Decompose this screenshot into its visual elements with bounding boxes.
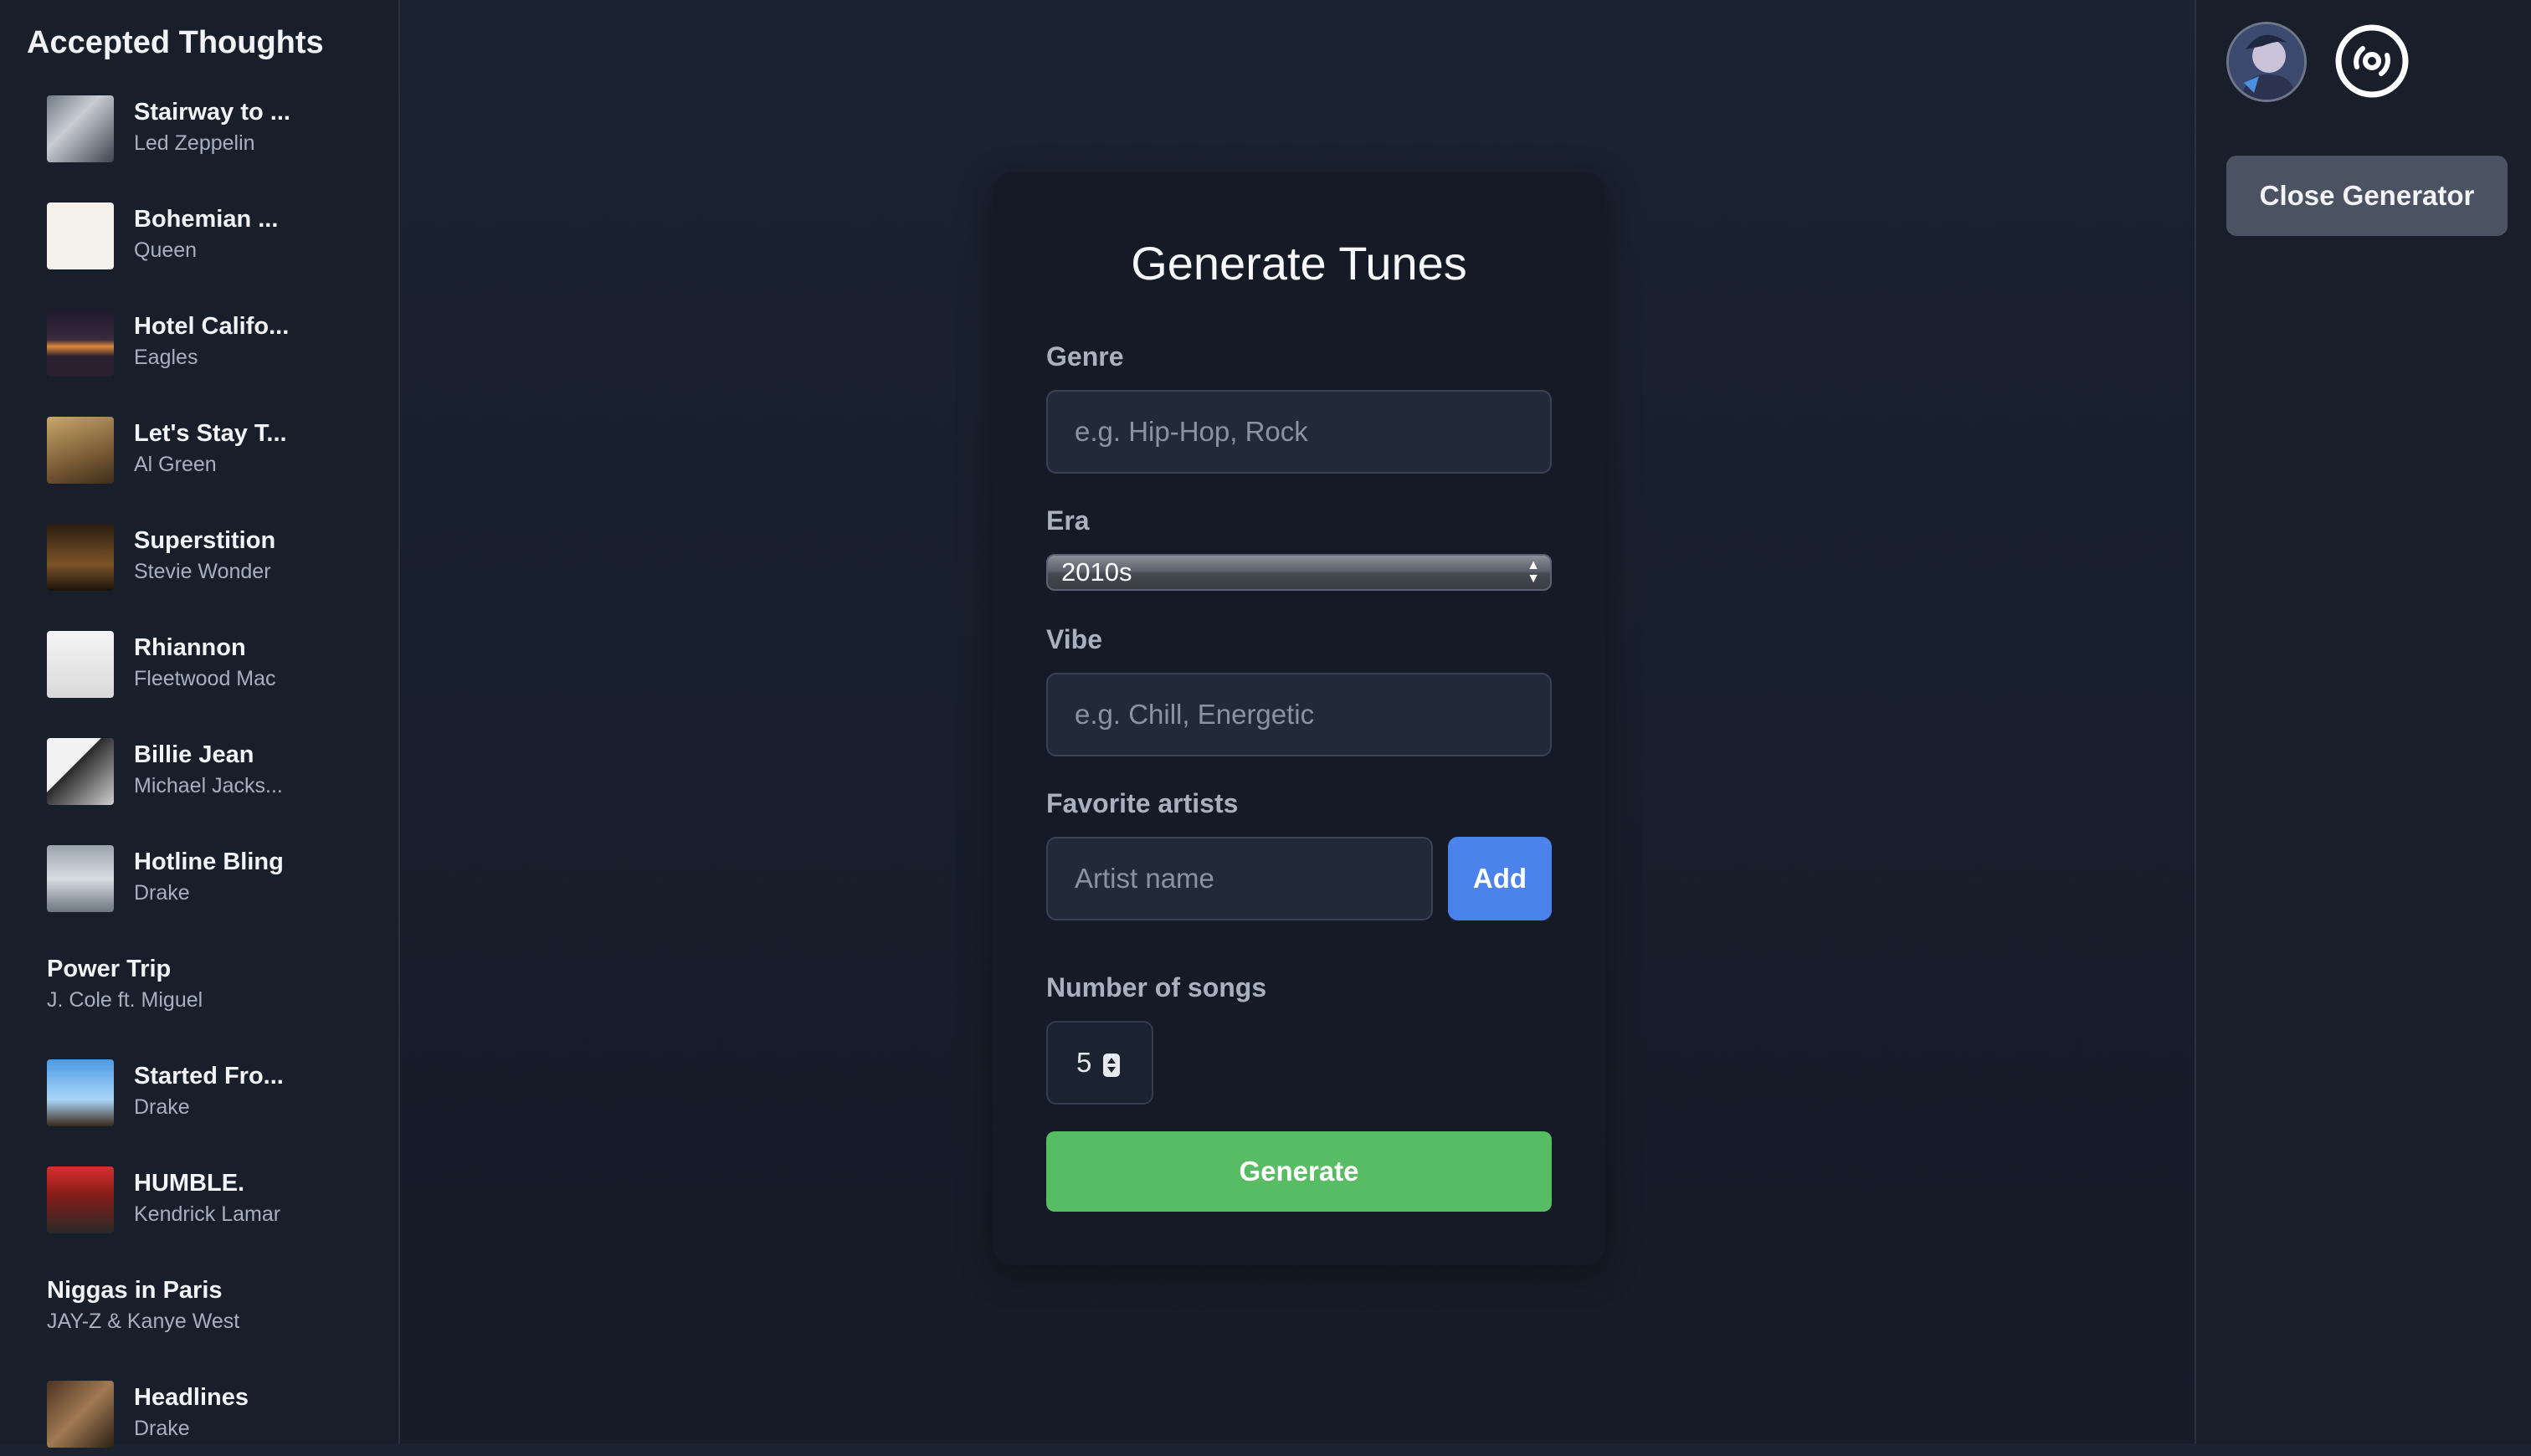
song-item[interactable]: Niggas in Paris JAY-Z & Kanye West [47,1274,382,1349]
song-text: Hotel Califo... Eagles [134,313,289,370]
song-text: Rhiannon Fleetwood Mac [134,634,276,691]
era-label: Era [1046,505,1090,536]
song-artist: Drake [134,881,190,905]
song-artist: JAY-Z & Kanye West [47,1310,240,1333]
song-title: Billie Jean [134,741,254,768]
album-cover [47,1059,114,1126]
genre-input[interactable] [1046,390,1552,474]
album-cover [47,417,114,484]
song-title: Headlines [134,1384,249,1411]
song-item[interactable]: Power Trip J. Cole ft. Miguel [47,952,382,1028]
song-artist: Queen [134,238,198,262]
vibe-input[interactable] [1046,673,1552,756]
album-cover [47,738,114,805]
genre-label: Genre [1046,341,1124,372]
song-text: Stairway to ... Led Zeppelin [134,99,290,156]
song-item[interactable]: Let's Stay T... Al Green [47,417,382,492]
song-text: Power Trip J. Cole ft. Miguel [47,956,203,1013]
song-artist: Michael Jacks... [134,774,283,797]
song-text: Started Fro... Drake [134,1063,284,1120]
song-artist: Stevie Wonder [134,560,271,583]
song-title: Started Fro... [134,1063,284,1089]
song-title: Hotel Califo... [134,313,290,340]
song-artist: Fleetwood Mac [134,667,276,690]
song-title: Hotline Bling [134,848,284,875]
song-item[interactable]: Superstition Stevie Wonder [47,524,382,599]
vinyl-record-icon[interactable] [2334,23,2410,99]
song-artist: Al Green [134,453,217,476]
song-title: Rhiannon [134,634,246,661]
song-item[interactable]: Headlines Drake [47,1381,382,1456]
song-item[interactable]: Hotline Bling Drake [47,845,382,920]
song-item[interactable]: Hotel Califo... Eagles [47,310,382,385]
right-panel: Close Generator [2195,0,2531,1443]
song-artist: Led Zeppelin [134,131,255,155]
song-count-stepper[interactable]: 5 [1046,1021,1153,1105]
generate-tunes-panel: Generate Tunes Genre Era 2010s ▲▼ Vibe F… [993,172,1605,1265]
song-title: Superstition [134,527,276,554]
song-title: Niggas in Paris [47,1277,223,1304]
album-cover [47,1166,114,1233]
song-artist: Drake [134,1095,190,1119]
song-count-value: 5 [1076,1047,1092,1078]
album-cover [47,845,114,912]
accepted-thoughts-sidebar: Accepted Thoughts Stairway to ... Led Zep… [0,0,400,1448]
song-text: Niggas in Paris JAY-Z & Kanye West [47,1277,239,1334]
song-text: Superstition Stevie Wonder [134,527,275,584]
song-item[interactable]: Billie Jean Michael Jacks... [47,738,382,813]
song-item[interactable]: Rhiannon Fleetwood Mac [47,631,382,706]
album-cover [47,95,114,162]
song-item[interactable]: HUMBLE. Kendrick Lamar [47,1166,382,1242]
generate-button[interactable]: Generate [1046,1131,1552,1212]
song-title: Power Trip [47,956,172,982]
favorite-artists-label: Favorite artists [1046,788,1239,818]
album-cover [47,524,114,591]
album-cover [47,310,114,377]
song-item[interactable]: Stairway to ... Led Zeppelin [47,95,382,171]
vibe-label: Vibe [1046,624,1102,654]
song-text: Let's Stay T... Al Green [134,420,287,477]
song-artist: Eagles [134,346,198,369]
song-text: HUMBLE. Kendrick Lamar [134,1170,280,1227]
song-title: Bohemian ... [134,206,279,233]
song-item[interactable]: Bohemian ... Queen [47,203,382,278]
close-generator-button[interactable]: Close Generator [2226,156,2508,236]
song-text: Billie Jean Michael Jacks... [134,741,283,798]
song-text: Bohemian ... Queen [134,206,278,263]
song-title: Stairway to ... [134,99,290,126]
song-title: HUMBLE. [134,1170,245,1197]
album-cover [47,203,114,269]
song-text: Headlines Drake [134,1384,249,1441]
album-cover [47,1381,114,1448]
user-avatar[interactable] [2226,22,2307,102]
sidebar-title: Accepted Thoughts [27,25,324,60]
select-arrows-icon: ▲ ▼ [1527,558,1540,586]
song-item[interactable]: Started Fro... Drake [47,1059,382,1135]
number-of-songs-label: Number of songs [1046,972,1267,1002]
stepper-arrows-icon[interactable] [1103,1054,1120,1077]
song-title: Let's Stay T... [134,420,287,447]
song-text: Hotline Bling Drake [134,848,284,905]
artist-name-input[interactable] [1046,837,1433,920]
era-selected-value: 2010s [1061,557,1132,587]
era-select[interactable]: 2010s ▲ ▼ [1046,554,1552,591]
song-artist: Drake [134,1417,190,1440]
avatar-image [2229,24,2304,100]
song-artist: Kendrick Lamar [134,1202,281,1226]
album-cover [47,631,114,698]
add-artist-button[interactable]: Add [1448,837,1552,920]
panel-title: Generate Tunes [1131,237,1467,290]
song-artist: J. Cole ft. Miguel [47,988,203,1012]
